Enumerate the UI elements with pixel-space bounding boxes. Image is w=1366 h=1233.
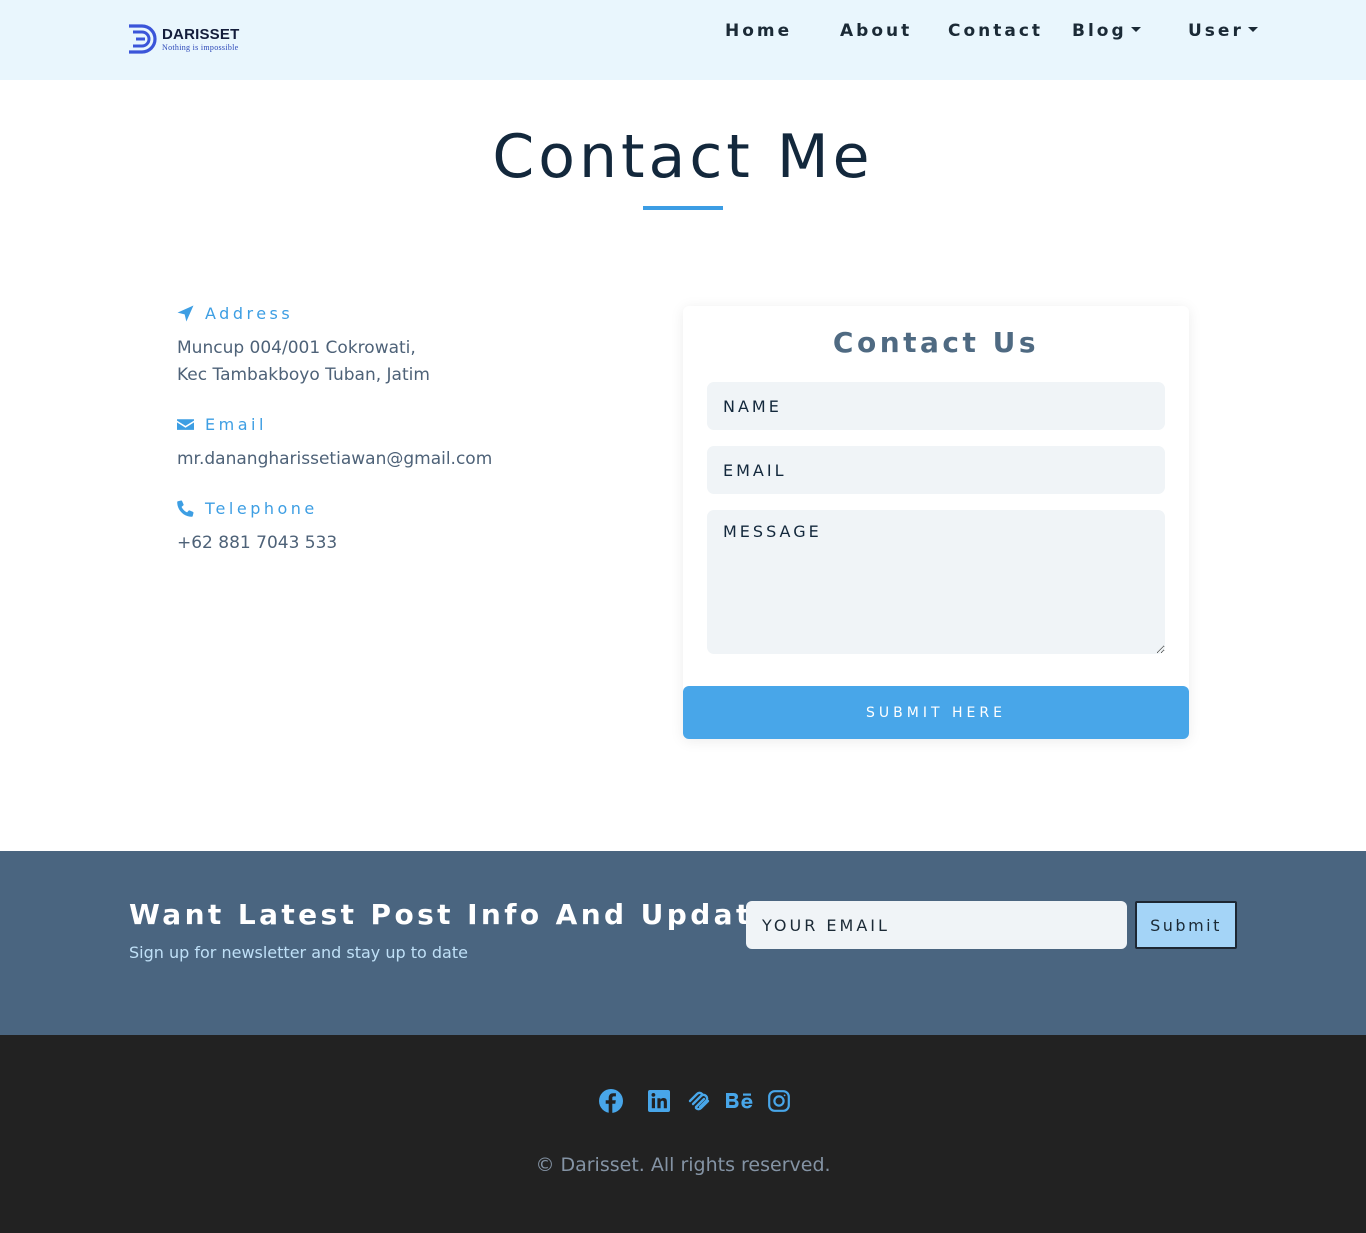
telephone-value: +62 881 7043 533 <box>177 533 338 553</box>
nav-contact[interactable]: Contact <box>948 21 1043 41</box>
location-arrow-icon <box>177 305 194 322</box>
navbar: DARISSET Nothing is impossible Home Abou… <box>0 0 1366 80</box>
newsletter-submit-button[interactable]: Submit <box>1135 901 1237 949</box>
contact-form-card: Contact Us SUBMIT HERE <box>683 306 1189 739</box>
nav-about[interactable]: About <box>840 21 912 41</box>
contact-form-title: Contact Us <box>832 326 1040 359</box>
address-label-text: Address <box>205 304 294 323</box>
address-line-1: Muncup 004/001 Cokrowati, <box>177 338 416 358</box>
newsletter-subtitle: Sign up for newsletter and stay up to da… <box>129 943 468 962</box>
newsletter-email-input[interactable] <box>746 901 1127 949</box>
footer: © Darisset. All rights reserved. <box>0 1035 1366 1233</box>
squarespace-icon[interactable] <box>686 1088 712 1114</box>
chevron-down-icon <box>1130 27 1141 32</box>
telephone-label-text: Telephone <box>205 499 318 518</box>
email-label: Email <box>177 415 267 434</box>
nav-blog-label: Blog <box>1072 21 1127 41</box>
message-textarea[interactable] <box>707 510 1165 654</box>
title-underline <box>643 206 723 210</box>
chevron-down-icon <box>1247 27 1258 32</box>
address-value: Muncup 004/001 Cokrowati, Kec Tambakboyo… <box>177 335 430 389</box>
submit-here-button[interactable]: SUBMIT HERE <box>683 686 1189 739</box>
facebook-icon[interactable] <box>598 1088 624 1114</box>
address-line-2: Kec Tambakboyo Tuban, Jatim <box>177 365 430 385</box>
brand-text: DARISSET Nothing is impossible <box>162 27 239 52</box>
newsletter-title: Want Latest Post Info And Updates? <box>129 898 815 931</box>
email-input[interactable] <box>707 446 1165 494</box>
nav-user-dropdown[interactable]: User <box>1188 21 1258 41</box>
linkedin-icon[interactable] <box>646 1088 672 1114</box>
email-value: mr.danangharissetiawan@gmail.com <box>177 449 493 469</box>
newsletter-section: Want Latest Post Info And Updates? Sign … <box>0 851 1366 1035</box>
instagram-icon[interactable] <box>766 1088 792 1114</box>
copyright-text: © Darisset. All rights reserved. <box>535 1154 831 1176</box>
brand-name: DARISSET <box>162 25 240 43</box>
telephone-label: Telephone <box>177 499 318 518</box>
behance-icon[interactable] <box>725 1088 755 1114</box>
email-label-text: Email <box>205 415 267 434</box>
name-input[interactable] <box>707 382 1165 430</box>
brand-tagline: Nothing is impossible <box>162 42 239 52</box>
brand-logo-icon <box>129 24 157 54</box>
phone-icon <box>177 500 194 517</box>
envelope-icon <box>177 419 194 430</box>
page-title: Contact Me <box>492 122 874 192</box>
address-label: Address <box>177 304 293 323</box>
brand-logo-link[interactable]: DARISSET Nothing is impossible <box>127 22 239 56</box>
nav-blog-dropdown[interactable]: Blog <box>1072 21 1141 41</box>
nav-home[interactable]: Home <box>725 21 792 41</box>
nav-user-label: User <box>1188 21 1244 41</box>
